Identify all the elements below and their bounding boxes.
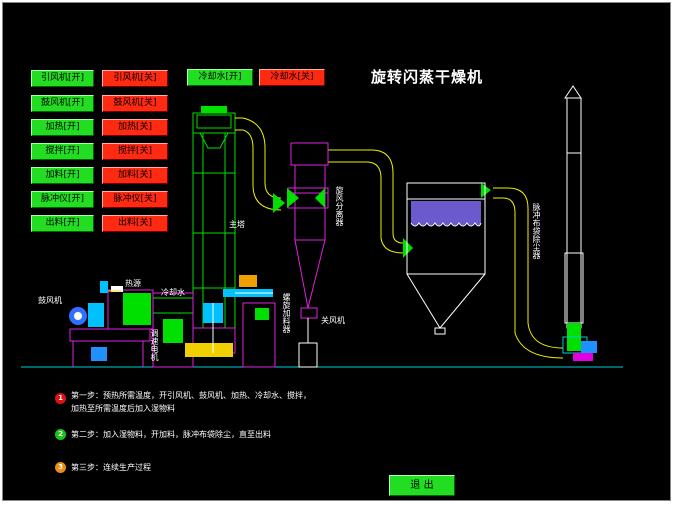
feeding-on-button[interactable]: 加料[开] bbox=[31, 167, 94, 184]
main-tower-label: 主塔 bbox=[229, 220, 245, 229]
step-3-badge: 3 bbox=[55, 462, 66, 473]
hmi-screen: 引风机[开] 引风机[关] 鼓风机[开] 鼓风机[关] 加热[开] 加热[关] … bbox=[2, 2, 671, 501]
step-2-text: 第二步：加入湿物料，开加料，脉冲布袋除尘，直至出料 bbox=[71, 430, 271, 439]
page-title: 旋转闪蒸干燥机 bbox=[371, 68, 484, 86]
heat-source-label: 热源 bbox=[125, 279, 141, 288]
bag-filter-label: 脉冲布袋除尘器 bbox=[532, 203, 541, 259]
cooling-on-button[interactable]: 冷却水[开] bbox=[187, 69, 253, 86]
screw-feeder-label: 螺旋加料器 bbox=[282, 293, 291, 333]
filter-bags bbox=[410, 201, 482, 227]
induced-fan-on-button[interactable]: 引风机[开] bbox=[31, 70, 94, 87]
step-1-badge: 1 bbox=[55, 393, 66, 404]
stirring-off-button[interactable]: 搅拌[关] bbox=[102, 143, 168, 160]
heating-on-button[interactable]: 加热[开] bbox=[31, 119, 94, 136]
feeding-off-button[interactable]: 加料[关] bbox=[102, 167, 168, 184]
pulse-on-button[interactable]: 脉冲仪[开] bbox=[31, 191, 94, 208]
exit-button[interactable]: 退 出 bbox=[389, 475, 455, 496]
heating-off-button[interactable]: 加热[关] bbox=[102, 119, 168, 136]
step-1-text-2: 加热至所需温度后加入湿物料 bbox=[71, 404, 175, 413]
blower-label: 鼓风机 bbox=[38, 296, 62, 305]
blower-on-button[interactable]: 鼓风机[开] bbox=[31, 95, 94, 112]
step-3-text: 第三步：连续生产过程 bbox=[71, 463, 151, 472]
cooling-off-button[interactable]: 冷却水[关] bbox=[259, 69, 325, 86]
induced-fan-off-button[interactable]: 引风机[关] bbox=[102, 70, 168, 87]
blower-off-button[interactable]: 鼓风机[关] bbox=[102, 95, 168, 112]
step-2-badge: 2 bbox=[55, 429, 66, 440]
cyclone-label: 旋风分离器 bbox=[335, 186, 344, 226]
discharge-on-button[interactable]: 出料[开] bbox=[31, 215, 94, 232]
step-1-text: 第一步：预热所需温度，开引风机、鼓风机、加热、冷却水、搅拌， bbox=[71, 391, 311, 400]
cooling-water-label: 冷却水 bbox=[161, 288, 185, 297]
closed-fan-label: 关风机 bbox=[321, 316, 345, 325]
stirring-on-button[interactable]: 搅拌[开] bbox=[31, 143, 94, 160]
discharge-off-button[interactable]: 出料[关] bbox=[102, 215, 168, 232]
stir-motor-label: 调速电机 bbox=[150, 329, 159, 361]
pulse-off-button[interactable]: 脉冲仪[关] bbox=[102, 191, 168, 208]
